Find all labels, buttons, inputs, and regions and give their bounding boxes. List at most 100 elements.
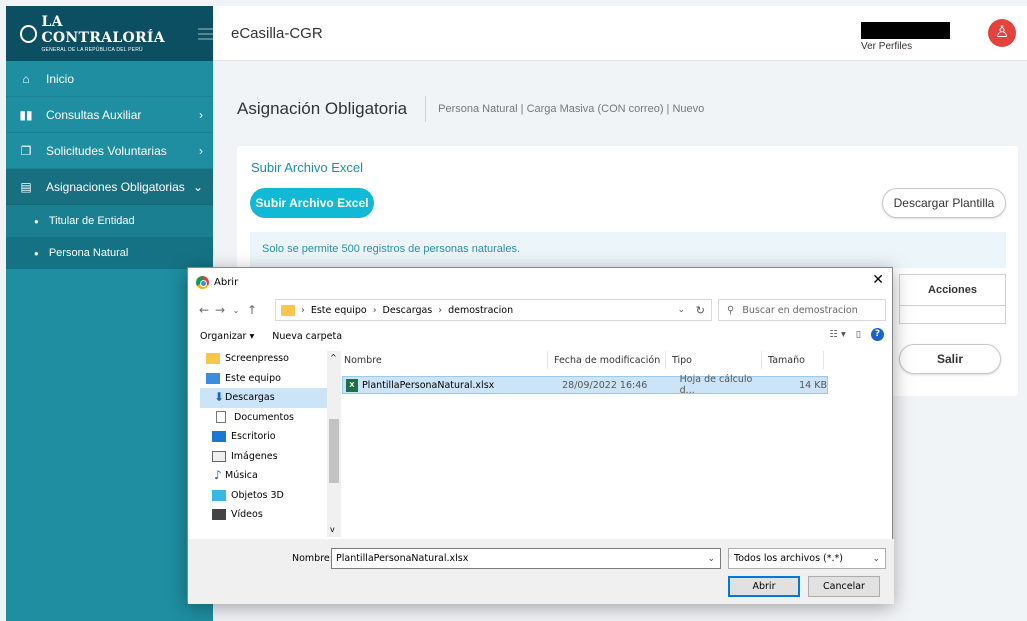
document-copy-icon: ❐ [20, 143, 32, 158]
header-divider [425, 96, 427, 122]
file-list: Nombre Fecha de modificación Tipo Tamaño… [338, 349, 894, 539]
dialog-body: Screenpresso Este equipo ⬇ Descargas Doc… [188, 349, 894, 539]
sidebar-item-asignaciones-obligatorias[interactable]: ▤ Asignaciones Obligatorias ⌄ [6, 169, 213, 205]
filename-input[interactable]: PlantillaPersonaNatural.xlsx ⌄ [331, 548, 721, 569]
forward-arrow-icon[interactable]: → [212, 303, 228, 317]
breadcrumb-este-equipo[interactable]: Este equipo [311, 305, 367, 316]
excel-file-icon: X [346, 378, 358, 392]
tree-item-documentos[interactable]: Documentos [200, 408, 330, 428]
filename-value: PlantillaPersonaNatural.xlsx [336, 553, 469, 564]
column-header-acciones: Acciones [899, 274, 1006, 306]
search-input[interactable]: ⚲ Buscar en demostracion [718, 299, 886, 321]
file-type: Hoja de cálculo d... [679, 374, 753, 396]
ver-perfiles-link[interactable]: Ver Perfiles [861, 41, 950, 52]
file-type-select[interactable]: Todos los archivos (*.*) ⌄ [728, 548, 886, 569]
recent-dropdown-icon[interactable]: ⌄ [228, 306, 244, 315]
breadcrumb-separator: › [301, 304, 305, 316]
sidebar-item-consultas-auxiliar[interactable]: ▮▮ Consultas Auxiliar › [6, 97, 213, 133]
user-name-redacted [861, 22, 950, 39]
upload-excel-button[interactable]: Subir Archivo Excel [250, 188, 374, 218]
back-arrow-icon[interactable]: ← [196, 303, 212, 317]
folder-icon [281, 304, 295, 316]
sidebar-item-inicio[interactable]: ⌂ Inicio [6, 61, 213, 97]
dialog-title: Abrir [214, 276, 239, 288]
tree-item-label: Vídeos [231, 509, 263, 521]
logo-subtitle: GENERAL DE LA REPÚBLICA DEL PERÚ [41, 47, 143, 53]
breadcrumb-separator: › [372, 304, 377, 316]
cube-icon [212, 489, 226, 501]
user-icon[interactable]: ♙ [988, 19, 1016, 47]
column-fecha[interactable]: Fecha de modificación [548, 351, 666, 369]
tree-item-descargas[interactable]: ⬇ Descargas [200, 388, 330, 408]
folder-icon [206, 353, 220, 365]
cancel-button[interactable]: Cancelar [808, 576, 880, 597]
file-type-value: Todos los archivos (*.*) [734, 553, 843, 564]
new-folder-button[interactable]: Nueva carpeta [272, 331, 342, 342]
close-icon[interactable]: ✕ [872, 272, 884, 288]
open-button[interactable]: Abrir [728, 576, 800, 597]
dialog-footer: Nombre: PlantillaPersonaNatural.xlsx ⌄ T… [188, 539, 894, 604]
tree-item-label: Imágenes [231, 450, 278, 462]
file-row[interactable]: X PlantillaPersonaNatural.xlsx 28/09/202… [342, 374, 828, 396]
scroll-down-icon[interactable]: v [330, 525, 335, 534]
chevron-down-icon: ⌄ [192, 179, 203, 194]
salir-button[interactable]: Salir [899, 344, 1001, 374]
column-tamano[interactable]: Tamaño [762, 351, 824, 369]
organize-menu[interactable]: Organizar ▾ [200, 331, 254, 342]
sidebar-item-label: Inicio [46, 71, 75, 86]
scroll-up-icon[interactable]: ^ [330, 353, 337, 362]
download-icon: ⬇ [214, 390, 225, 405]
up-arrow-icon[interactable]: ↑ [244, 303, 260, 317]
tree-item-musica[interactable]: ♪ Música [200, 466, 330, 486]
view-options-icon[interactable]: ☷ ▾ [829, 329, 845, 340]
bar-chart-icon: ▮▮ [19, 107, 33, 122]
logo-icon [20, 24, 38, 43]
breadcrumb-separator: › [438, 304, 443, 316]
chevron-down-icon[interactable]: ⌄ [677, 305, 685, 315]
file-size: 14 KB [799, 379, 827, 391]
preview-pane-icon[interactable]: ▯ [856, 329, 861, 340]
column-nombre[interactable]: Nombre [338, 351, 548, 369]
logo-title: LA CONTRALORÍA [41, 14, 165, 46]
breadcrumb-demostracion[interactable]: demostracion [448, 305, 513, 316]
file-list-header: Nombre Fecha de modificación Tipo Tamaño [338, 349, 894, 371]
file-name: PlantillaPersonaNatural.xlsx [361, 379, 495, 391]
tree-item-label: Descargas [225, 392, 275, 404]
sidebar-item-solicitudes-voluntarias[interactable]: ❐ Solicitudes Voluntarias › [6, 133, 213, 169]
help-icon[interactable]: ? [871, 328, 884, 341]
file-modified: 28/09/2022 16:46 [562, 379, 648, 391]
column-tipo[interactable]: Tipo [666, 351, 762, 369]
sidebar-subitem-persona-natural[interactable]: ● Persona Natural [6, 237, 213, 269]
sidebar-subitem-titular-entidad[interactable]: ● Titular de Entidad [6, 205, 213, 237]
sidebar-item-label: Asignaciones Obligatorias [46, 179, 185, 194]
chevron-down-icon[interactable]: ⌄ [872, 554, 880, 564]
tree-item-objetos-3d[interactable]: Objetos 3D [200, 486, 330, 506]
address-bar[interactable]: › Este equipo › Descargas › demostracion… [275, 299, 712, 321]
tree-item-label: Música [225, 470, 258, 482]
chevron-down-icon[interactable]: ⌄ [707, 554, 715, 564]
download-template-button[interactable]: Descargar Plantilla [882, 188, 1006, 218]
home-icon: ⌂ [22, 71, 30, 86]
bullet-icon: ● [34, 216, 39, 226]
menu-toggle-icon[interactable] [197, 27, 214, 40]
search-icon: ⚲ [727, 304, 735, 316]
tree-item-imagenes[interactable]: Imágenes [200, 447, 330, 467]
tree-item-este-equipo[interactable]: Este equipo [200, 369, 330, 389]
computer-icon [206, 372, 220, 384]
tree-item-escritorio[interactable]: Escritorio [200, 427, 330, 447]
page-breadcrumb: Persona Natural | Carga Masiva (CON corr… [438, 103, 705, 115]
tree-item-screenpresso[interactable]: Screenpresso [200, 349, 330, 369]
sidebar-subitem-label: Titular de Entidad [48, 215, 135, 227]
tree-item-videos[interactable]: Vídeos [200, 505, 330, 525]
app-title: eCasilla-CGR [231, 24, 323, 42]
sidebar-subitem-label: Persona Natural [48, 247, 129, 259]
dialog-titlebar: Abrir ✕ [188, 268, 892, 296]
clipboard-icon: ▤ [20, 179, 32, 194]
refresh-icon[interactable]: ↻ [696, 304, 705, 317]
image-icon [212, 450, 226, 462]
dialog-navbar: ← → ⌄ ↑ › Este equipo › Descargas › demo… [188, 296, 892, 324]
card-title: Subir Archivo Excel [251, 160, 363, 175]
breadcrumb-descargas[interactable]: Descargas [383, 305, 433, 316]
page-header: Asignación Obligatoria Persona Natural |… [237, 96, 704, 122]
topbar: eCasilla-CGR Ver Perfiles ♙ [213, 6, 1027, 61]
